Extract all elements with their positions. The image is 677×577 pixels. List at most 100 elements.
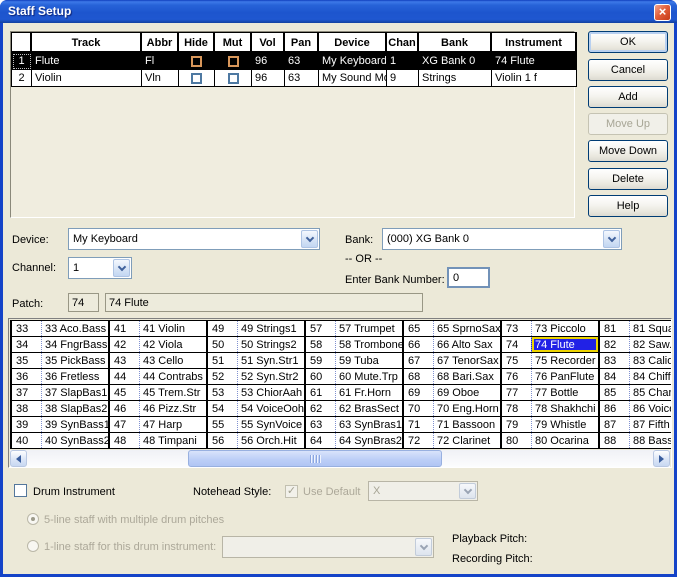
patch-number-cell[interactable]: 73 xyxy=(502,321,531,336)
abbr-cell[interactable]: Vln xyxy=(142,70,179,87)
patch-number-cell[interactable]: 85 xyxy=(600,385,629,400)
patch-name-cell[interactable]: 39 SynBass1 xyxy=(41,417,108,432)
patch-number-cell[interactable]: 81 xyxy=(600,321,629,336)
patch-number-cell[interactable]: 86 xyxy=(600,401,629,416)
num-cell[interactable]: 1 xyxy=(12,53,32,70)
patch-name-cell[interactable]: 42 Viola xyxy=(139,337,206,352)
patch-number-cell[interactable]: 83 xyxy=(600,353,629,368)
move-down-button[interactable]: Move Down xyxy=(588,140,668,162)
patch-name-cell[interactable]: 88 Bass & xyxy=(629,433,672,448)
patch-name-cell[interactable]: 50 Strings2 xyxy=(237,337,304,352)
patch-number-cell[interactable]: 64 xyxy=(306,433,335,448)
ok-button[interactable]: OK xyxy=(588,31,668,53)
patch-name-cell[interactable]: 85 Charan xyxy=(629,385,672,400)
patch-number-cell[interactable]: 50 xyxy=(208,337,237,352)
patch-number-cell[interactable]: 53 xyxy=(208,385,237,400)
abbr-cell[interactable]: Fl xyxy=(142,53,179,70)
notehead-combobox-dropdown-button[interactable] xyxy=(459,483,476,499)
patch-name-cell[interactable]: 57 Trumpet xyxy=(335,321,402,336)
num-cell[interactable]: 2 xyxy=(12,70,32,87)
patch-name-cell[interactable]: 41 Violin xyxy=(139,321,206,336)
patch-number-cell[interactable]: 33 xyxy=(12,321,41,336)
patch-number-cell[interactable]: 57 xyxy=(306,321,335,336)
enter-bank-number-input[interactable] xyxy=(447,267,490,288)
patch-name-cell[interactable]: 58 Trombone xyxy=(335,337,402,352)
patch-number-cell[interactable]: 78 xyxy=(502,401,531,416)
patch-number-cell[interactable]: 75 xyxy=(502,353,531,368)
vol-cell[interactable]: 96 xyxy=(252,70,285,87)
instrument-cell[interactable]: 74 Flute xyxy=(492,53,577,70)
hide-cell[interactable] xyxy=(179,70,215,87)
patch-number-cell[interactable]: 69 xyxy=(404,385,433,400)
delete-button[interactable]: Delete xyxy=(588,168,668,190)
patch-number-cell[interactable]: 87 xyxy=(600,417,629,432)
patch-name-cell[interactable]: 44 Contrabs xyxy=(139,369,206,384)
patch-number-cell[interactable]: 88 xyxy=(600,433,629,448)
patch-name-cell[interactable]: 79 Whistle xyxy=(531,417,598,432)
patch-name-cell[interactable]: 46 Pizz.Str xyxy=(139,401,206,416)
patch-name-cell[interactable]: 83 Caliopl xyxy=(629,353,672,368)
patch-number-cell[interactable]: 52 xyxy=(208,369,237,384)
patch-name-cell[interactable]: 63 SynBras1 xyxy=(335,417,402,432)
mut-checkbox[interactable] xyxy=(228,73,239,84)
mut-checkbox[interactable] xyxy=(228,56,239,67)
patch-number-cell[interactable]: 62 xyxy=(306,401,335,416)
device-cell[interactable]: My Keyboard xyxy=(319,53,387,70)
patch-name-cell[interactable]: 47 Harp xyxy=(139,417,206,432)
patch-number-cell[interactable]: 54 xyxy=(208,401,237,416)
track-cell[interactable]: Flute xyxy=(32,53,142,70)
patch-number-cell[interactable]: 63 xyxy=(306,417,335,432)
drum-combobox-dropdown-button[interactable] xyxy=(415,538,432,556)
instrument-cell[interactable]: Violin 1 f xyxy=(492,70,577,87)
patch-name-cell[interactable]: 59 Tuba xyxy=(335,353,402,368)
patch-name-cell[interactable]: 67 TenorSax xyxy=(433,353,500,368)
patch-name-cell[interactable]: 48 Timpani xyxy=(139,433,206,448)
table-row[interactable]: 2ViolinVln9663My Sound Mo9StringsViolin … xyxy=(12,70,577,87)
bank-combobox-dropdown-button[interactable] xyxy=(603,230,620,248)
mut-cell[interactable] xyxy=(215,53,252,70)
patch-number-cell[interactable]: 70 xyxy=(404,401,433,416)
patch-number-cell[interactable]: 66 xyxy=(404,337,433,352)
patch-name-cell[interactable]: 66 Alto Sax xyxy=(433,337,500,352)
patch-name-cell[interactable]: 37 SlapBas1 xyxy=(41,385,108,400)
patch-number-cell[interactable]: 44 xyxy=(110,369,139,384)
patch-number-cell[interactable]: 72 xyxy=(404,433,433,448)
patch-number-cell[interactable]: 34 xyxy=(12,337,41,352)
patch-name-cell[interactable]: 78 Shakhchi xyxy=(531,401,598,416)
patch-name-cell[interactable]: 68 Bari.Sax xyxy=(433,369,500,384)
bank-combobox[interactable]: (000) XG Bank 0 xyxy=(382,228,622,250)
radio-1line-staff[interactable] xyxy=(27,540,39,552)
patch-name-cell[interactable]: 84 Chiff L xyxy=(629,369,672,384)
patch-name-cell[interactable]: 38 SlapBas2 xyxy=(41,401,108,416)
patch-name-cell[interactable]: 65 SprnoSax xyxy=(433,321,500,336)
table-row[interactable]: 1FluteFl9663My Keyboard1XG Bank 074 Flut… xyxy=(12,53,577,70)
patch-name-cell[interactable]: 40 SynBass2 xyxy=(41,433,108,448)
pan-cell[interactable]: 63 xyxy=(285,53,319,70)
patch-number-cell[interactable]: 74 xyxy=(502,337,531,352)
vol-cell[interactable]: 96 xyxy=(252,53,285,70)
close-button[interactable]: × xyxy=(654,4,671,21)
add-button[interactable]: Add xyxy=(588,86,668,108)
patch-name-cell-selected[interactable]: 74 Flute xyxy=(531,337,598,352)
patch-number-cell[interactable]: 67 xyxy=(404,353,433,368)
patch-number-cell[interactable]: 47 xyxy=(110,417,139,432)
patch-name-cell[interactable]: 56 Orch.Hit xyxy=(237,433,304,448)
patch-number-cell[interactable]: 45 xyxy=(110,385,139,400)
scroll-right-button[interactable] xyxy=(653,450,670,467)
patch-number-cell[interactable]: 56 xyxy=(208,433,237,448)
help-button[interactable]: Help xyxy=(588,195,668,217)
patch-number-cell[interactable]: 38 xyxy=(12,401,41,416)
channel-combobox[interactable]: 1 xyxy=(68,257,132,279)
patch-name-cell[interactable]: 81 Square xyxy=(629,321,672,336)
patch-name-cell[interactable]: 33 Aco.Bass xyxy=(41,321,108,336)
patch-number-cell[interactable]: 49 xyxy=(208,321,237,336)
channel-combobox-dropdown-button[interactable] xyxy=(113,259,130,277)
patch-number-cell[interactable]: 55 xyxy=(208,417,237,432)
patch-number-cell[interactable]: 37 xyxy=(12,385,41,400)
device-combobox-dropdown-button[interactable] xyxy=(301,230,318,248)
device-cell[interactable]: My Sound Mo xyxy=(319,70,387,87)
patch-name-cell[interactable]: 75 Recorder xyxy=(531,353,598,368)
drum-instrument-combobox[interactable] xyxy=(222,536,434,558)
hide-checkbox[interactable] xyxy=(191,56,202,67)
patch-number-cell[interactable]: 58 xyxy=(306,337,335,352)
